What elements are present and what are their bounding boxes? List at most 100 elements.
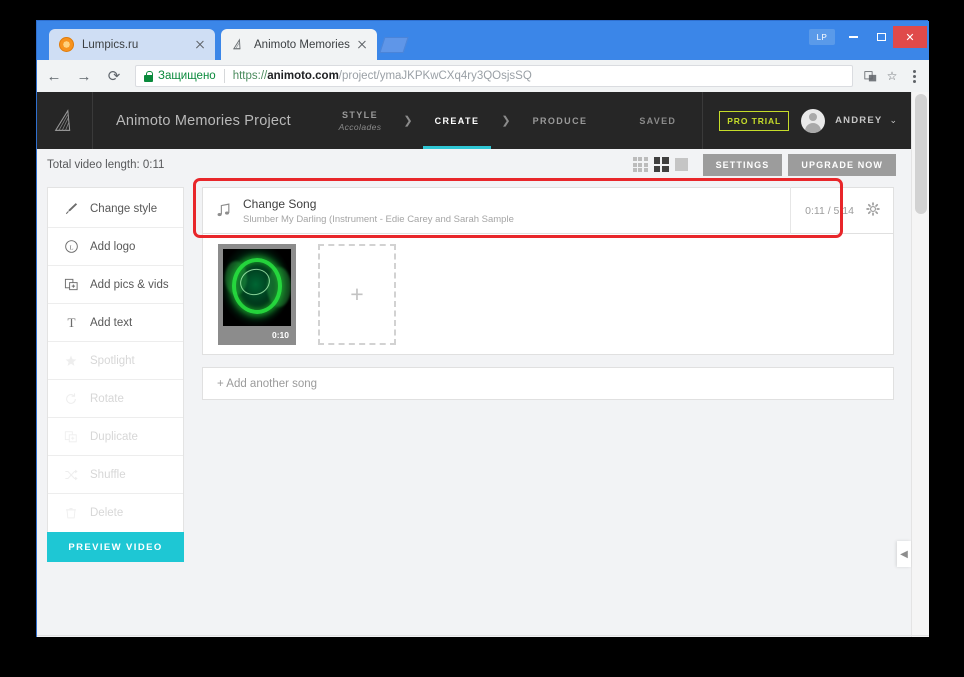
security-label: Защищено (158, 70, 216, 82)
grid-medium-icon[interactable] (653, 157, 669, 172)
close-icon[interactable] (191, 36, 209, 54)
sidebar-item-rotate: Rotate (48, 380, 183, 418)
sidebar-item-label: Change style (90, 202, 158, 215)
browser-titlebar: Lumpics.ru Animoto Memories LP ✕ (37, 21, 929, 60)
sidebar-item-label: Add pics & vids (90, 278, 169, 291)
sidebar-item-label: Add text (90, 316, 133, 329)
sub-toolbar: Total video length: 0:11 SETTINGS UPGRAD… (37, 149, 911, 180)
svg-text:L: L (69, 244, 73, 251)
profile-badge[interactable]: LP (809, 29, 835, 45)
settings-button[interactable]: SETTINGS (702, 153, 783, 176)
gear-icon[interactable] (866, 202, 880, 219)
step-sublabel: Accolades (338, 121, 382, 132)
rotate-icon (62, 392, 80, 406)
thumbnail-image (223, 248, 291, 326)
sidebar-item-label: Spotlight (90, 354, 135, 367)
chevron-down-icon[interactable]: ⌄ (889, 115, 897, 126)
account-area: PRO TRIAL ANDREY ⌄ (702, 92, 911, 149)
preview-video-button[interactable]: PREVIEW VIDEO (47, 532, 184, 562)
grid-small-icon[interactable] (632, 157, 648, 172)
duplicate-icon (62, 430, 80, 444)
change-song-label[interactable]: Change Song (243, 197, 790, 211)
sidebar-item-label: Add logo (90, 240, 136, 253)
song-controls: 0:11 / 5:14 (790, 187, 893, 234)
brush-icon (62, 201, 80, 216)
translate-icon[interactable] (859, 65, 881, 87)
editor-sidebar: Change style L Add logo Add pics & vids … (47, 187, 184, 535)
thumbnail-duration: 0:10 (271, 329, 289, 340)
chevron-right-icon: ❯ (501, 115, 511, 127)
url-text: https://animoto.com/project/ymaJKPKwCXq4… (233, 70, 532, 82)
step-label: CREATE (434, 115, 480, 126)
forward-icon[interactable]: → (71, 63, 97, 89)
music-note-icon (203, 202, 243, 219)
sidebar-item-add-pics-vids[interactable]: Add pics & vids (48, 266, 183, 304)
page-scrollbar[interactable] (911, 92, 929, 637)
browser-tab-animoto[interactable]: Animoto Memories (221, 29, 377, 60)
svg-text:T: T (67, 315, 75, 330)
minimize-button[interactable] (840, 26, 867, 48)
reload-icon[interactable]: ⟳ (101, 63, 127, 89)
collapse-panel-button[interactable]: ◀ (897, 541, 911, 567)
add-another-song-button[interactable]: + Add another song (202, 367, 894, 400)
step-style[interactable]: STYLE Accolades (321, 92, 400, 149)
tab-title: Animoto Memories (254, 38, 350, 51)
url-domain: animoto.com (267, 70, 339, 82)
lock-icon (144, 70, 153, 82)
animoto-logo-icon (231, 37, 246, 52)
new-tab-button[interactable] (379, 37, 409, 53)
browser-toolbar: ← → ⟳ Защищено https://animoto.com/proje… (37, 60, 929, 92)
address-bar[interactable]: Защищено https://animoto.com/project/yma… (135, 65, 853, 87)
maximize-icon (877, 33, 886, 41)
page-viewport: Animoto Memories Project STYLE Accolades… (37, 92, 929, 637)
sidebar-item-add-text[interactable]: T Add text (48, 304, 183, 342)
divider (223, 69, 225, 83)
close-icon: ✕ (905, 31, 915, 44)
step-label: STYLE (341, 109, 378, 120)
chevron-right-icon: ❯ (403, 115, 413, 127)
step-create[interactable]: CREATE (417, 92, 498, 149)
pro-trial-badge[interactable]: PRO TRIAL (719, 110, 790, 131)
orange-circle-icon (59, 37, 74, 52)
sidebar-item-delete: Delete (48, 494, 183, 532)
add-media-tile[interactable]: + (318, 243, 396, 345)
browser-window: Lumpics.ru Animoto Memories LP ✕ ← → ⟳ З… (36, 20, 929, 637)
saved-status: SAVED (639, 115, 677, 126)
close-window-button[interactable]: ✕ (893, 26, 927, 48)
url-path: /project/ymaJKPKwCXq4ry3QOsjsSQ (338, 70, 532, 82)
maximize-button[interactable] (868, 26, 895, 48)
browser-tab-lumpics[interactable]: Lumpics.ru (49, 29, 215, 60)
song-subtitle: Slumber My Darling (Instrument - Edie Ca… (243, 213, 514, 225)
browser-menu-icon[interactable] (903, 69, 925, 83)
back-icon[interactable]: ← (41, 63, 67, 89)
window-status-strip (37, 635, 929, 636)
workflow-steps: STYLE Accolades ❯ CREATE ❯ PRODUCE (321, 92, 606, 149)
tab-title: Lumpics.ru (82, 38, 139, 51)
song-card[interactable]: Change Song Slumber My Darling (Instrume… (202, 187, 894, 234)
thumbnails-panel: 0:10 + (202, 234, 894, 355)
song-info: Change Song Slumber My Darling (Instrume… (243, 197, 790, 225)
upgrade-now-button[interactable]: UPGRADE NOW (788, 153, 896, 176)
url-scheme: https:// (232, 70, 268, 82)
animoto-logo-icon[interactable] (37, 92, 93, 149)
scrollbar-thumb[interactable] (915, 94, 927, 214)
close-icon[interactable] (353, 36, 371, 54)
main-content: Change Song Slumber My Darling (Instrume… (202, 187, 894, 400)
sidebar-item-label: Delete (90, 507, 124, 519)
logo-circle-icon: L (62, 239, 80, 254)
sidebar-item-label: Rotate (90, 392, 124, 405)
total-video-length: Total video length: 0:11 (47, 158, 165, 171)
video-thumbnail[interactable]: 0:10 (218, 243, 296, 345)
sidebar-item-change-style[interactable]: Change style (48, 190, 183, 228)
sidebar-item-shuffle: Shuffle (48, 456, 183, 494)
avatar[interactable] (801, 108, 826, 133)
sidebar-item-add-logo[interactable]: L Add logo (48, 228, 183, 266)
page-title: Animoto Memories Project (116, 112, 291, 129)
bookmark-star-icon[interactable]: ☆ (881, 65, 903, 87)
grid-single-icon[interactable] (674, 158, 688, 171)
user-name[interactable]: ANDREY (835, 115, 882, 126)
minimize-icon (849, 36, 858, 38)
step-produce[interactable]: PRODUCE (515, 92, 606, 149)
sidebar-item-duplicate: Duplicate (48, 418, 183, 456)
step-label: PRODUCE (532, 115, 588, 126)
